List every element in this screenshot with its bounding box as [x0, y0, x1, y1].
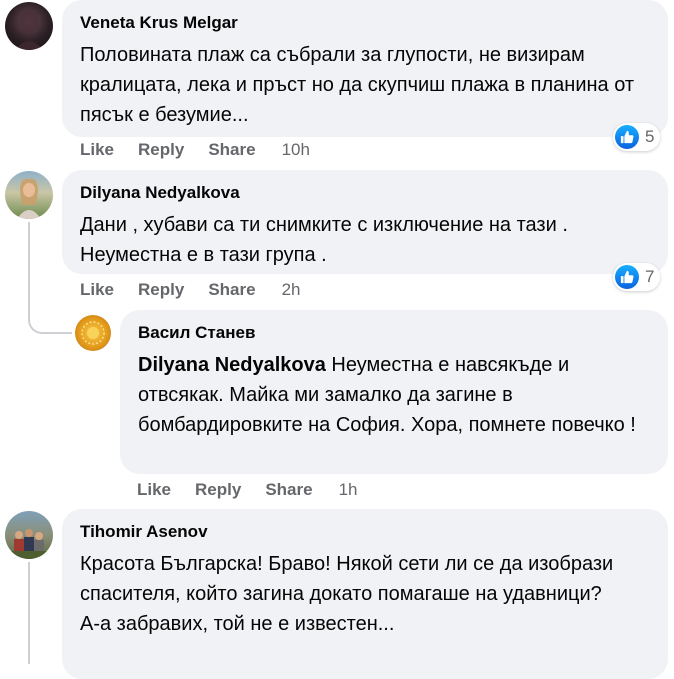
comment-bubble: Tihomir Asenov Красота Българска! Браво!… — [62, 509, 668, 679]
comment-actions: Like Reply Share 2h — [80, 278, 325, 302]
timestamp[interactable]: 2h — [282, 280, 301, 300]
reaction-count-badge[interactable]: 5 — [613, 123, 661, 151]
timestamp[interactable]: 10h — [282, 140, 310, 160]
reply-connector — [28, 300, 72, 334]
comment-author[interactable]: Васил Станев — [138, 322, 650, 344]
comment-author[interactable]: Tihomir Asenov — [80, 521, 650, 543]
share-button[interactable]: Share — [208, 280, 255, 300]
reaction-count-badge[interactable]: 7 — [613, 263, 661, 291]
reply-button[interactable]: Reply — [195, 480, 241, 500]
avatar[interactable] — [5, 2, 53, 50]
avatar[interactable] — [75, 315, 111, 351]
thread-line — [28, 562, 30, 664]
timestamp[interactable]: 1h — [339, 480, 358, 500]
comment-author[interactable]: Dilyana Nedyalkova — [80, 182, 650, 204]
avatar[interactable] — [5, 511, 53, 559]
comment-actions: Like Reply Share 1h — [137, 478, 382, 502]
mention-link[interactable]: Dilyana Nedyalkova — [138, 354, 326, 376]
comment-text: Половината плаж са събрали за глупости, … — [80, 44, 635, 126]
thread-line — [28, 222, 30, 302]
comment-bubble: Dilyana Nedyalkova Дани , хубави са ти с… — [62, 170, 668, 274]
like-button[interactable]: Like — [137, 480, 171, 500]
like-button[interactable]: Like — [80, 280, 114, 300]
comment-bubble: Veneta Krus Melgar Половината плаж са съ… — [62, 0, 668, 137]
reaction-count: 5 — [645, 127, 655, 146]
comment-actions: Like Reply Share 10h — [80, 138, 334, 162]
comment-text: А-а забравих, той не е известен... — [80, 613, 395, 635]
comment-text: Красота Българска! Браво! Някой сети ли … — [80, 553, 614, 605]
share-button[interactable]: Share — [265, 480, 312, 500]
comment-text: Dilyana Nedyalkova Неуместна е навсякъде… — [138, 350, 650, 440]
reply-button[interactable]: Reply — [138, 280, 184, 300]
comment-author[interactable]: Veneta Krus Melgar — [80, 12, 650, 34]
like-reaction-icon — [615, 265, 639, 289]
like-button[interactable]: Like — [80, 140, 114, 160]
comment-text: Дани , хубави са ти снимките с изключени… — [80, 214, 568, 266]
like-reaction-icon — [615, 125, 639, 149]
comment-bubble: Васил Станев Dilyana Nedyalkova Неуместн… — [120, 310, 668, 474]
share-button[interactable]: Share — [208, 140, 255, 160]
reply-button[interactable]: Reply — [138, 140, 184, 160]
reaction-count: 7 — [645, 267, 655, 286]
avatar[interactable] — [5, 171, 53, 219]
